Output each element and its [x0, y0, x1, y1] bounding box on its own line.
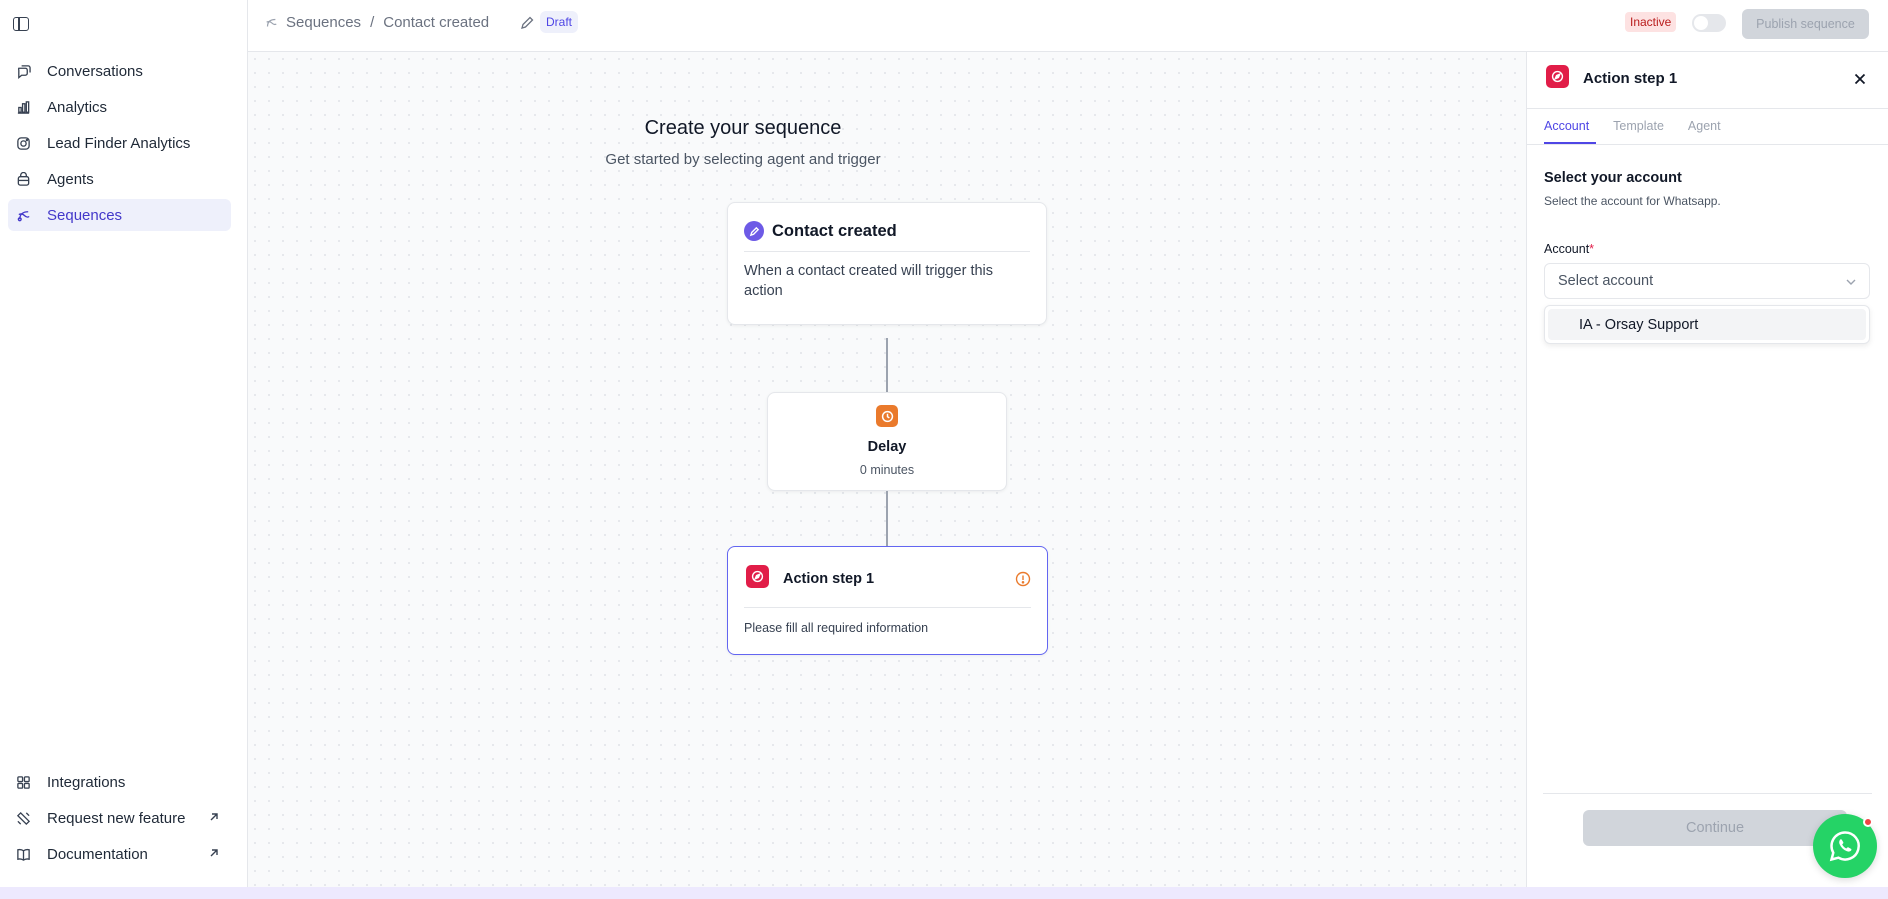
divider: [1543, 793, 1872, 794]
sidebar-item-conversations[interactable]: Conversations: [8, 55, 231, 87]
sidebar-item-request-feature[interactable]: Request new feature: [8, 802, 231, 834]
clock-icon: [876, 405, 898, 427]
dropdown-option[interactable]: IA - Orsay Support: [1548, 309, 1866, 340]
sidebar-item-sequences[interactable]: Sequences: [8, 199, 231, 231]
trigger-title: Contact created: [772, 222, 897, 240]
action-step-message: Please fill all required information: [744, 621, 929, 635]
sequence-canvas[interactable]: Create your sequence Get started by sele…: [248, 52, 1526, 887]
sequence-icon: [266, 18, 277, 27]
edit-pencil-icon[interactable]: [520, 16, 534, 30]
chevron-down-icon: [1846, 279, 1856, 285]
connector-line: [886, 338, 888, 392]
chat-icon: [15, 63, 31, 79]
book-icon: [15, 846, 31, 862]
action-compass-icon: [1546, 65, 1569, 88]
trigger-card[interactable]: Contact created When a contact created w…: [727, 202, 1047, 325]
tab-agent[interactable]: Agent: [1688, 119, 1721, 133]
divider: [1527, 108, 1888, 109]
account-label-text: Account: [1544, 242, 1590, 256]
account-select-placeholder: Select account: [1558, 273, 1654, 289]
breadcrumb-sequences[interactable]: Sequences: [286, 14, 361, 31]
panel-tabs: Account Template Agent: [1544, 119, 1745, 133]
divider: [1527, 144, 1888, 145]
sidebar-item-label: Agents: [47, 170, 94, 188]
bottom-strip: [0, 887, 1888, 899]
sidebar-item-integrations[interactable]: Integrations: [8, 766, 231, 798]
section-subtitle: Select the account for Whatsapp.: [1544, 194, 1721, 208]
inactive-badge: Inactive: [1625, 12, 1677, 32]
draft-badge: Draft: [540, 11, 579, 33]
section-title: Select your account: [1544, 170, 1682, 186]
sidebar-item-label: Analytics: [47, 98, 108, 116]
whatsapp-icon: [1829, 831, 1860, 862]
canvas-title: Create your sequence: [644, 117, 842, 139]
panel-title: Action step 1: [1583, 70, 1678, 87]
active-toggle[interactable]: [1692, 14, 1726, 32]
sidebar-item-label: Lead Finder Analytics: [47, 134, 191, 152]
notification-dot: [1863, 817, 1873, 827]
connector-line: [886, 491, 888, 546]
external-link-icon: [210, 813, 218, 821]
trigger-description: When a contact created will trigger this…: [744, 263, 994, 299]
account-dropdown: IA - Orsay Support: [1544, 305, 1870, 344]
action-compass-icon: [746, 565, 769, 588]
feature-icon: [15, 810, 31, 826]
delay-value: 0 minutes: [859, 463, 915, 477]
breadcrumb-separator: /: [370, 14, 375, 31]
divider: [744, 251, 1030, 252]
divider: [744, 607, 1031, 608]
delay-card[interactable]: Delay 0 minutes: [767, 392, 1007, 491]
tab-template[interactable]: Template: [1613, 119, 1664, 133]
sidebar-item-label: Documentation: [47, 845, 148, 863]
sidebar-item-lead-finder-analytics[interactable]: Lead Finder Analytics: [8, 127, 231, 159]
close-icon[interactable]: [1853, 72, 1867, 86]
breadcrumb: Sequences / Contact created: [264, 14, 489, 31]
grid-icon: [15, 774, 31, 790]
required-marker: *: [1589, 242, 1595, 256]
action-step-title: Action step 1: [783, 571, 875, 587]
sidebar-item-agents[interactable]: Agents: [8, 163, 231, 195]
sidebar-item-label: Request new feature: [47, 809, 186, 827]
warning-icon: [1015, 571, 1031, 587]
canvas-subtitle: Get started by selecting agent and trigg…: [605, 151, 881, 168]
account-select[interactable]: Select account: [1544, 263, 1870, 299]
agent-icon: [15, 171, 31, 187]
account-field-label: Account*: [1544, 242, 1594, 256]
continue-button[interactable]: Continue: [1583, 810, 1847, 846]
tab-account[interactable]: Account: [1544, 119, 1589, 133]
sidebar-item-label: Conversations: [47, 62, 143, 80]
bar-chart-icon: [15, 99, 31, 115]
top-bar: Sequences / Contact created Draft Inacti…: [248, 0, 1888, 52]
sidebar-item-analytics[interactable]: Analytics: [8, 91, 231, 123]
sidebar-item-label: Integrations: [47, 773, 126, 791]
action-step-card[interactable]: Action step 1 Please fill all required i…: [727, 546, 1048, 655]
sidebar: Conversations Analytics Lead Finder Anal…: [0, 0, 248, 887]
breadcrumb-current: Contact created: [383, 14, 490, 31]
sidebar-item-documentation[interactable]: Documentation: [8, 838, 231, 870]
delay-title: Delay: [867, 439, 907, 455]
sidebar-item-label: Sequences: [47, 206, 123, 224]
trigger-pen-icon: [744, 221, 764, 241]
external-link-icon: [210, 849, 218, 857]
instagram-icon: [15, 135, 31, 151]
sidebar-toggle-icon[interactable]: [13, 17, 29, 31]
action-step-panel: Action step 1 Account Template Agent Sel…: [1526, 52, 1888, 887]
sequence-icon: [15, 207, 31, 223]
publish-sequence-button[interactable]: Publish sequence: [1742, 9, 1869, 39]
